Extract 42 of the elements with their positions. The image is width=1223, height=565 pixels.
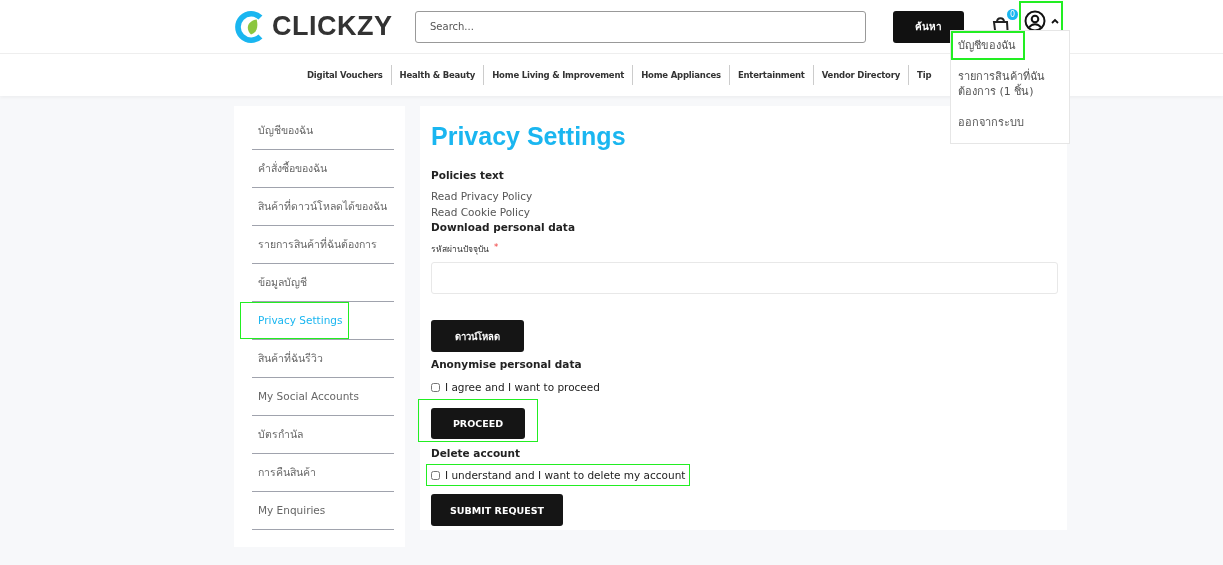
menu-item[interactable]: ออกจากระบบ: [951, 108, 1069, 137]
nav-link[interactable]: Entertainment: [737, 70, 805, 80]
section-heading: Policies text: [431, 169, 504, 181]
required-mark: *: [494, 242, 499, 254]
sidebar-item[interactable]: My Enquiries: [240, 492, 394, 529]
sidebar-item[interactable]: คำสั่งซื้อของฉัน: [240, 150, 394, 187]
menu-item[interactable]: รายการสินค้าที่ฉันต้องการ (1 ชิ้น): [951, 62, 1069, 106]
nav-link[interactable]: Vendor Directory: [821, 70, 901, 80]
caret-icon: [1050, 17, 1059, 24]
sidebar-item[interactable]: ข้อมูลบัญชี: [240, 264, 394, 301]
checkbox[interactable]: [431, 470, 440, 480]
submit-request-button[interactable]: SUBMIT REQUEST: [431, 494, 563, 526]
section-heading: Anonymise personal data: [431, 358, 582, 370]
logo[interactable]: CLICKZY: [234, 9, 415, 44]
sidebar-item[interactable]: สินค้าที่ฉันรีวิว: [240, 340, 394, 377]
download-button[interactable]: ดาวน์โหลด: [431, 320, 524, 352]
menu-item[interactable]: บัญชีของฉัน: [951, 31, 1025, 60]
sidebar-item[interactable]: การคืนสินค้า: [240, 454, 394, 491]
policy-link[interactable]: Read Cookie Policy: [431, 204, 530, 220]
page-title: Privacy Settings: [431, 122, 626, 151]
nav-link[interactable]: Home Appliances: [641, 70, 721, 80]
sidebar-item[interactable]: สินค้าที่ดาวน์โหลดได้ของฉัน: [240, 188, 394, 225]
sidebar-item[interactable]: บัญชีของฉัน: [240, 112, 394, 149]
checkbox-label: I agree and I want to proceed: [445, 381, 600, 393]
nav-link[interactable]: Health & Beauty: [399, 70, 476, 80]
nav-link[interactable]: Tip: [917, 70, 932, 80]
nav-link[interactable]: Home Living & Improvement: [492, 70, 625, 80]
policy-link[interactable]: Read Privacy Policy: [431, 188, 533, 204]
user-icon: [1023, 9, 1046, 32]
cart-count-badge: 0: [1007, 8, 1018, 20]
search-field[interactable]: Search...: [415, 10, 866, 43]
proceed-button[interactable]: PROCEED: [431, 408, 525, 439]
logo-text: CLICKZY: [272, 11, 393, 42]
field-label: รหัสผ่านปัจจุบัน: [431, 243, 489, 256]
sidebar-item[interactable]: My Social Accounts: [240, 378, 394, 415]
section-heading: Download personal data: [431, 221, 575, 233]
sidebar-item[interactable]: บัตรกำนัล: [240, 416, 394, 453]
nav-link[interactable]: Digital Vouchers: [307, 70, 383, 80]
checkbox-label: I understand and I want to delete my account: [445, 469, 686, 481]
sidebar-item[interactable]: รายการสินค้าที่ฉันต้องการ: [240, 226, 394, 263]
checkbox[interactable]: [431, 382, 440, 392]
section-heading: Delete account: [431, 447, 521, 459]
